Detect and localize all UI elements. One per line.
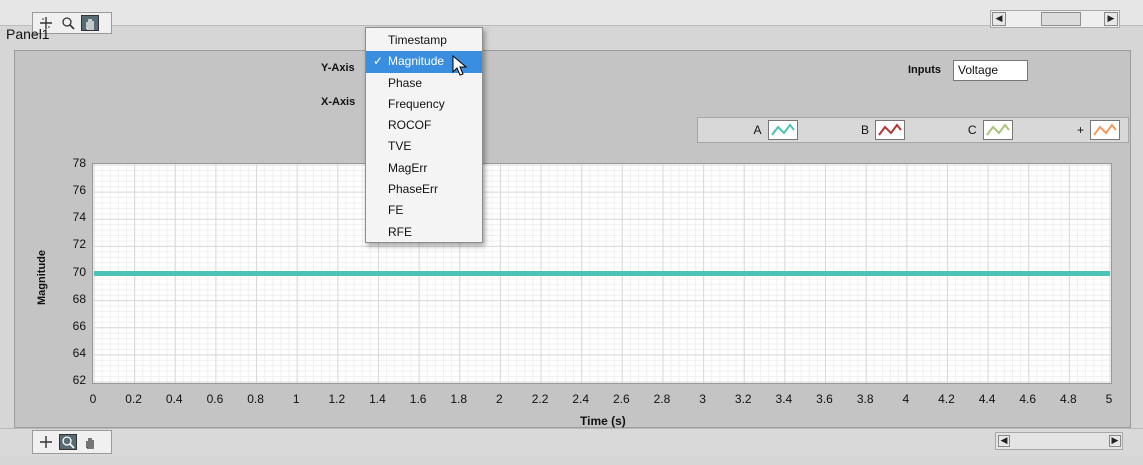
- x-tick-label: 4.2: [938, 392, 955, 406]
- zoom-icon[interactable]: [59, 434, 77, 450]
- menu-item-label: MagErr: [388, 160, 428, 175]
- menu-item-label: TVE: [388, 139, 412, 154]
- graph-toolbar-bottom: [32, 430, 112, 454]
- x-tick-label: 2.6: [612, 392, 630, 406]
- menu-item-label: ROCOF: [388, 118, 432, 133]
- horizontal-scrollbar-top[interactable]: ◀ ▶: [990, 10, 1120, 28]
- bottom-bar: [0, 428, 1143, 456]
- inputs-field[interactable]: Voltage: [953, 60, 1028, 81]
- pan-hand-icon[interactable]: [81, 15, 99, 31]
- horizontal-scrollbar-bottom[interactable]: ◀ ▶: [995, 432, 1123, 450]
- scroll-left-icon[interactable]: ◀: [992, 12, 1006, 26]
- menu-item-label: Frequency: [388, 96, 445, 111]
- x-tick-label: 3: [699, 392, 706, 406]
- x-axis-title: Time (s): [580, 414, 626, 428]
- x-tick-label: 0.2: [125, 392, 142, 406]
- legend-label: B: [860, 123, 869, 137]
- line-swatch-icon[interactable]: [875, 120, 905, 140]
- panel-title: Panel1: [6, 26, 50, 42]
- y-tick-label: 62: [72, 373, 86, 387]
- x-tick-label: 0.6: [206, 392, 224, 406]
- legend-item-c[interactable]: C: [913, 120, 1021, 140]
- x-tick-label: 3.4: [775, 392, 793, 406]
- plot-area[interactable]: [92, 163, 1112, 384]
- menu-item-label: Phase: [388, 75, 423, 90]
- x-tick-label: 1.8: [450, 392, 468, 406]
- scroll-left-icon[interactable]: ◀: [998, 435, 1010, 447]
- top-bar: [0, 0, 1143, 26]
- legend-item-b[interactable]: B: [806, 120, 914, 140]
- y-tick-label: 76: [72, 183, 86, 198]
- y-tick-label: 74: [72, 210, 86, 225]
- menu-item-tve[interactable]: TVE: [366, 136, 482, 157]
- y-tick-label: 64: [72, 345, 86, 360]
- y-tick-label: 78: [72, 156, 86, 170]
- x-tick-label: 3.8: [856, 392, 874, 406]
- y-axis-label: Y-Axis: [321, 62, 355, 74]
- x-tick-label: 1.6: [409, 392, 427, 406]
- x-axis-label: X-Axis: [321, 96, 356, 108]
- menu-item-label: PhaseErr: [388, 182, 439, 197]
- line-swatch-icon[interactable]: [982, 120, 1013, 140]
- y-tick-label: 72: [72, 237, 86, 252]
- check-icon: ✓: [373, 54, 384, 69]
- scroll-thumb[interactable]: [1041, 12, 1081, 26]
- menu-item-label: Timestamp: [388, 33, 447, 47]
- chart-svg: [93, 164, 1111, 383]
- menu-item-magerr[interactable]: MagErr: [366, 158, 482, 179]
- x-tick-label: 2.8: [653, 392, 671, 406]
- x-tick-label: 2.2: [531, 392, 549, 406]
- plot-legend: A B C +: [697, 117, 1129, 143]
- y-tick-label: 68: [72, 291, 86, 306]
- x-tick-label: 2.4: [572, 392, 590, 406]
- menu-item-fe[interactable]: FE: [366, 200, 482, 221]
- line-swatch-icon[interactable]: [1090, 120, 1120, 140]
- mouse-cursor-icon: [452, 55, 468, 76]
- x-tick-label: 5: [1105, 392, 1113, 406]
- x-tick-label: 2: [496, 392, 503, 406]
- legend-item-a[interactable]: A: [698, 120, 806, 140]
- menu-item-phaseerr[interactable]: PhaseErr: [366, 179, 482, 200]
- scroll-right-icon[interactable]: ▶: [1104, 12, 1118, 26]
- x-tick-label: 4.6: [1019, 392, 1037, 406]
- crosshair-icon[interactable]: [37, 434, 55, 450]
- x-tick-label: 1.4: [369, 392, 386, 406]
- legend-item-plus[interactable]: +: [1021, 120, 1129, 140]
- x-tick-label: 4: [902, 392, 910, 406]
- menu-item-frequency[interactable]: Frequency: [366, 94, 482, 115]
- x-tick-label: 0.8: [247, 392, 264, 406]
- menu-item-rfe[interactable]: RFE: [366, 222, 482, 243]
- x-tick-label: 0: [89, 392, 97, 406]
- y-tick-label: 66: [72, 318, 86, 333]
- legend-label: C: [967, 123, 977, 137]
- menu-item-label: FE: [388, 203, 404, 218]
- legend-label: +: [1076, 123, 1084, 137]
- legend-label: A: [753, 123, 762, 137]
- x-tick-label: 3.6: [816, 392, 833, 406]
- scroll-right-icon[interactable]: ▶: [1109, 435, 1121, 447]
- menu-item-label: Magnitude: [388, 54, 445, 69]
- inputs-label: Inputs: [908, 64, 941, 76]
- x-tick-label: 4.4: [978, 392, 996, 406]
- x-tick-label: 4.8: [1060, 392, 1077, 406]
- line-swatch-icon[interactable]: [767, 120, 798, 140]
- menu-item-rocof[interactable]: ROCOF: [366, 115, 482, 136]
- x-tick-label: 3.2: [734, 392, 752, 406]
- zoom-icon[interactable]: [59, 15, 77, 31]
- x-tick-label: 1.2: [328, 392, 346, 406]
- menu-item-timestamp[interactable]: Timestamp: [366, 30, 482, 51]
- x-tick-label: 0.4: [165, 392, 183, 406]
- y-axis-title: Magnitude: [36, 250, 48, 305]
- x-tick-label: 1: [292, 392, 300, 406]
- pan-hand-icon[interactable]: [81, 434, 99, 450]
- menu-item-label: RFE: [388, 224, 412, 239]
- y-tick-label: 70: [72, 264, 86, 279]
